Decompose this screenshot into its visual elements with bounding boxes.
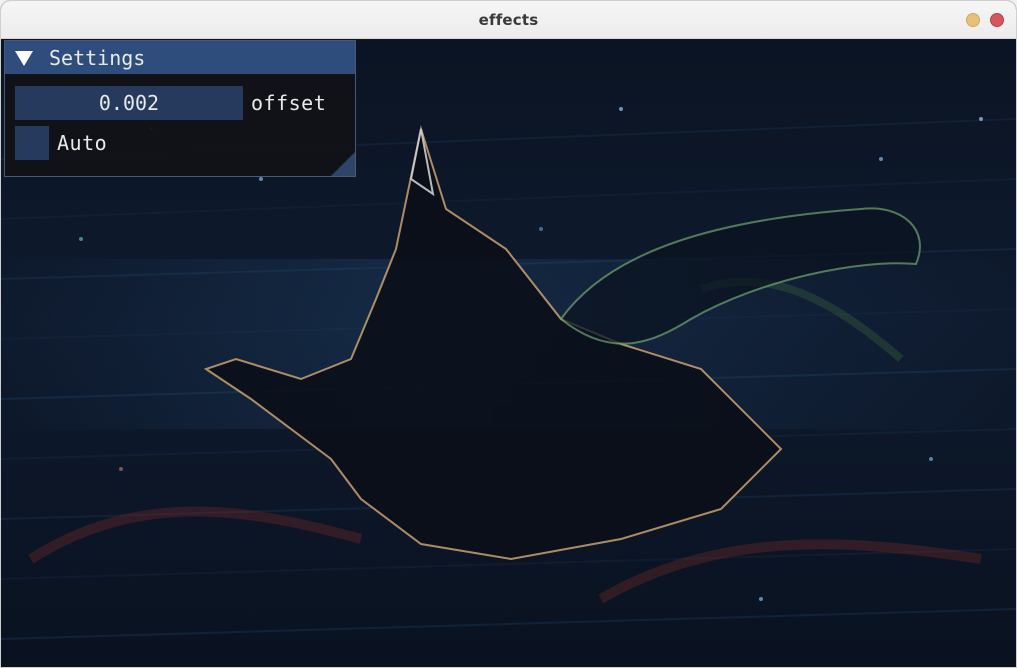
auto-checkbox[interactable]	[15, 126, 49, 160]
minimize-button[interactable]	[966, 13, 980, 27]
titlebar[interactable]: effects	[1, 1, 1016, 39]
window-controls	[966, 13, 1004, 27]
settings-panel-header[interactable]: Settings	[5, 41, 355, 74]
auto-row: Auto	[15, 126, 107, 160]
triangle-down-icon[interactable]	[15, 51, 33, 66]
settings-panel[interactable]: Settings 0.002 offset Auto	[4, 40, 356, 177]
offset-row: 0.002 offset	[15, 86, 326, 120]
offset-label: offset	[251, 91, 327, 115]
close-button[interactable]	[990, 13, 1004, 27]
offset-input[interactable]: 0.002	[15, 86, 243, 120]
offset-value: 0.002	[98, 91, 160, 115]
window-title: effects	[478, 10, 539, 29]
app-window: effects Settings 0.002 offset Auto	[0, 0, 1017, 668]
resize-grip[interactable]	[331, 152, 355, 176]
panel-title: Settings	[49, 45, 146, 70]
auto-label[interactable]: Auto	[57, 131, 107, 155]
